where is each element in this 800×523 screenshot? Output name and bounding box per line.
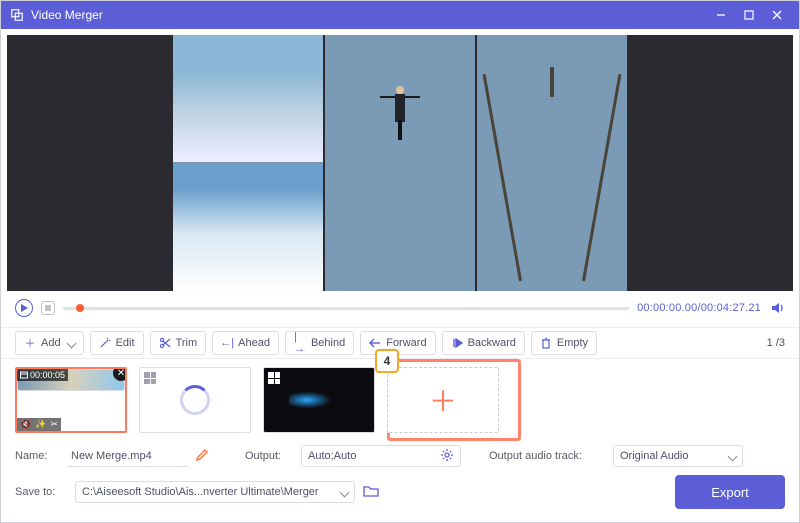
minimize-button[interactable] xyxy=(707,5,735,25)
saveto-label: Save to: xyxy=(15,486,67,498)
audio-select[interactable]: Original Audio xyxy=(613,445,743,467)
audio-value: Original Audio xyxy=(620,450,689,462)
chevron-down-icon xyxy=(728,451,738,461)
clip-tools: 🔇 ✨ ✂ xyxy=(17,418,61,431)
name-value: New Merge.mp4 xyxy=(71,450,152,462)
plus-icon: ＋ xyxy=(429,380,457,420)
add-label: Add xyxy=(41,337,61,349)
app-logo-icon xyxy=(9,7,25,23)
bottom-panel: Name: New Merge.mp4 Output: Auto;Auto Ou… xyxy=(1,439,799,519)
trash-icon xyxy=(540,337,552,349)
gear-icon[interactable] xyxy=(440,448,454,465)
seek-slider[interactable] xyxy=(63,307,629,310)
stop-button[interactable] xyxy=(41,301,55,315)
toolbar: ＋ Add Edit Trim ←| Ahead |→ Behind xyxy=(1,327,799,359)
clip-item-1[interactable]: 00:00:05 ✕ 🔇 ✨ ✂ xyxy=(15,367,127,433)
pencil-icon[interactable] xyxy=(195,448,209,465)
empty-label: Empty xyxy=(557,337,588,349)
saveto-select[interactable]: C:\Aiseesoft Studio\Ais...nverter Ultima… xyxy=(75,481,355,503)
wand-icon[interactable]: ✨ xyxy=(35,419,46,430)
remove-clip-icon[interactable]: ✕ xyxy=(113,367,127,381)
play-button[interactable] xyxy=(15,299,33,317)
clip-item-2[interactable] xyxy=(139,367,251,433)
plus-icon: ＋ xyxy=(24,337,36,349)
pager-current: 1 xyxy=(767,337,773,349)
backward-button[interactable]: Backward xyxy=(442,331,525,355)
clip-strip: 4 00:00:05 ✕ 🔇 ✨ ✂ xyxy=(1,359,799,439)
scissors-icon[interactable]: ✂ xyxy=(50,419,58,430)
pager: 1 /3 xyxy=(767,337,785,349)
add-clip-box[interactable]: ＋ xyxy=(387,367,499,433)
grid-icon xyxy=(268,372,280,384)
output-label: Output: xyxy=(245,450,293,462)
trim-label: Trim xyxy=(176,337,198,349)
behind-icon: |→ xyxy=(294,337,306,349)
audio-label: Output audio track: xyxy=(489,450,605,462)
player-controls: 00:00:00.00/00:04:27.21 xyxy=(1,291,799,321)
ahead-icon: ←| xyxy=(221,337,233,349)
ahead-button[interactable]: ←| Ahead xyxy=(212,331,279,355)
time-display: 00:00:00.00/00:04:27.21 xyxy=(637,302,761,314)
scissors-icon xyxy=(159,337,171,349)
export-button[interactable]: Export xyxy=(675,475,785,509)
preview-wrap xyxy=(1,29,799,291)
output-value: Auto;Auto xyxy=(308,450,356,462)
trim-button[interactable]: Trim xyxy=(150,331,207,355)
duration: 00:04:27.21 xyxy=(701,302,761,314)
volume-icon[interactable] xyxy=(769,299,787,317)
step-badge: 4 xyxy=(375,349,399,373)
backward-icon xyxy=(451,337,463,349)
loading-spinner-icon xyxy=(180,385,210,415)
chevron-down-icon xyxy=(66,338,76,348)
behind-label: Behind xyxy=(311,337,345,349)
preview-pane-mountain xyxy=(173,35,323,162)
app-window: Video Merger xyxy=(0,0,800,523)
grid-icon xyxy=(144,372,156,384)
name-label: Name: xyxy=(15,450,59,462)
current-time: 00:00:00.00 xyxy=(637,302,697,314)
backward-label: Backward xyxy=(468,337,516,349)
app-title: Video Merger xyxy=(31,8,103,22)
clip-duration: 00:00:05 xyxy=(17,369,68,381)
titlebar: Video Merger xyxy=(1,1,799,29)
pager-total: 3 xyxy=(779,337,785,349)
edit-label: Edit xyxy=(116,337,135,349)
chevron-down-icon xyxy=(340,487,350,497)
add-button[interactable]: ＋ Add xyxy=(15,331,84,355)
forward-icon xyxy=(369,337,381,349)
maximize-button[interactable] xyxy=(735,5,763,25)
name-field[interactable]: New Merge.mp4 xyxy=(67,445,187,467)
mute-icon[interactable]: 🔇 xyxy=(20,419,31,430)
ahead-label: Ahead xyxy=(238,337,270,349)
preview-pane-jump xyxy=(325,35,475,291)
behind-button[interactable]: |→ Behind xyxy=(285,331,354,355)
close-button[interactable] xyxy=(763,5,791,25)
seek-knob[interactable] xyxy=(76,304,84,312)
wand-icon xyxy=(99,337,111,349)
export-label: Export xyxy=(711,485,749,500)
preview-pane-snow xyxy=(173,164,323,291)
empty-button[interactable]: Empty xyxy=(531,331,597,355)
edit-button[interactable]: Edit xyxy=(90,331,144,355)
output-select[interactable]: Auto;Auto xyxy=(301,445,461,467)
saveto-value: C:\Aiseesoft Studio\Ais...nverter Ultima… xyxy=(82,486,319,498)
preview-pane-eiffel xyxy=(477,35,627,291)
clip-item-3[interactable] xyxy=(263,367,375,433)
forward-label: Forward xyxy=(386,337,426,349)
folder-icon[interactable] xyxy=(363,484,379,501)
video-preview[interactable] xyxy=(7,35,793,291)
